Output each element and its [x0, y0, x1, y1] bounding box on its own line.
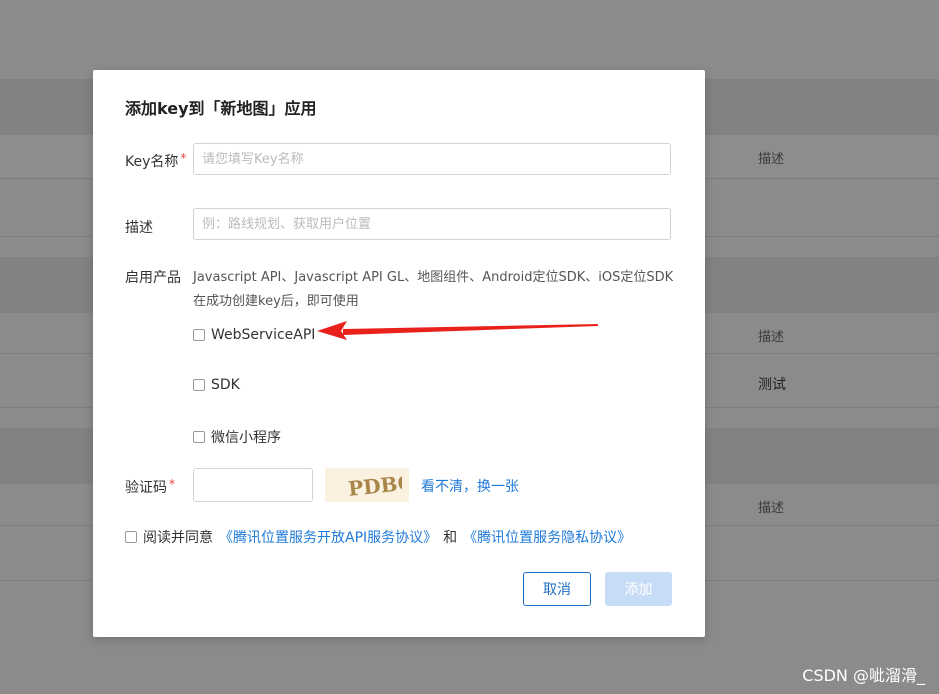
- bg-row-value: 测试: [758, 377, 786, 393]
- watermark: CSDN @呲溜滑_: [802, 666, 925, 685]
- api-agreement-link[interactable]: 《腾讯位置服务开放API服务协议》: [219, 527, 437, 547]
- description-label: 描述: [125, 220, 153, 236]
- captcha-text-image: PDBO: [347, 470, 402, 500]
- cancel-button[interactable]: 取消: [523, 572, 591, 606]
- add-button[interactable]: 添加: [605, 572, 672, 606]
- bg-col-label: 描述: [758, 501, 785, 516]
- captcha-image[interactable]: PDBO: [325, 468, 409, 502]
- agreement-prefix: 阅读并同意: [143, 530, 213, 546]
- product-option-wechat-miniprogram[interactable]: 微信小程序: [193, 427, 281, 447]
- sdk-checkbox[interactable]: [193, 379, 205, 391]
- red-arrow-annotation: [317, 321, 598, 340]
- bg-col-label: 描述: [758, 330, 785, 345]
- webserviceapi-checkbox[interactable]: [193, 329, 205, 341]
- agreement-middle: 和: [443, 530, 458, 546]
- captcha-refresh-link[interactable]: 看不清，换一张: [421, 476, 519, 496]
- products-description: Javascript API、Javascript API GL、地图组件、An…: [193, 270, 674, 309]
- captcha-label: 验证码 *: [125, 477, 175, 496]
- captcha-input[interactable]: [193, 468, 313, 502]
- product-option-sdk[interactable]: SDK: [193, 377, 240, 393]
- sdk-label: SDK: [211, 377, 240, 393]
- products-label: 启用产品: [125, 270, 181, 286]
- required-mark: *: [180, 151, 187, 165]
- captcha-text: PDBO: [347, 470, 402, 500]
- description-input[interactable]: [193, 208, 671, 240]
- wechat-miniprogram-checkbox[interactable]: [193, 431, 205, 443]
- webserviceapi-label: WebServiceAPI: [211, 327, 316, 343]
- bg-header: [0, 0, 939, 79]
- product-option-webserviceapi[interactable]: WebServiceAPI: [193, 327, 315, 343]
- key-name-label: Key名称 *: [125, 151, 187, 170]
- bg-col-label: 描述: [758, 152, 785, 167]
- key-name-input[interactable]: [193, 143, 671, 175]
- dialog-title: 添加key到「新地图」应用: [125, 99, 317, 118]
- privacy-agreement-link[interactable]: 《腾讯位置服务隐私协议》: [463, 527, 631, 547]
- required-mark: *: [169, 477, 175, 491]
- add-key-dialog: 添加key到「新地图」应用 Key名称* 描述 启用产品 Javascript …: [93, 70, 705, 637]
- agreement-row: 阅读并同意 《腾讯位置服务开放API服务协议》 和 《腾讯位置服务隐私协议》: [125, 527, 631, 547]
- wechat-miniprogram-label: 微信小程序: [211, 430, 281, 446]
- agreement-checkbox[interactable]: [125, 531, 137, 543]
